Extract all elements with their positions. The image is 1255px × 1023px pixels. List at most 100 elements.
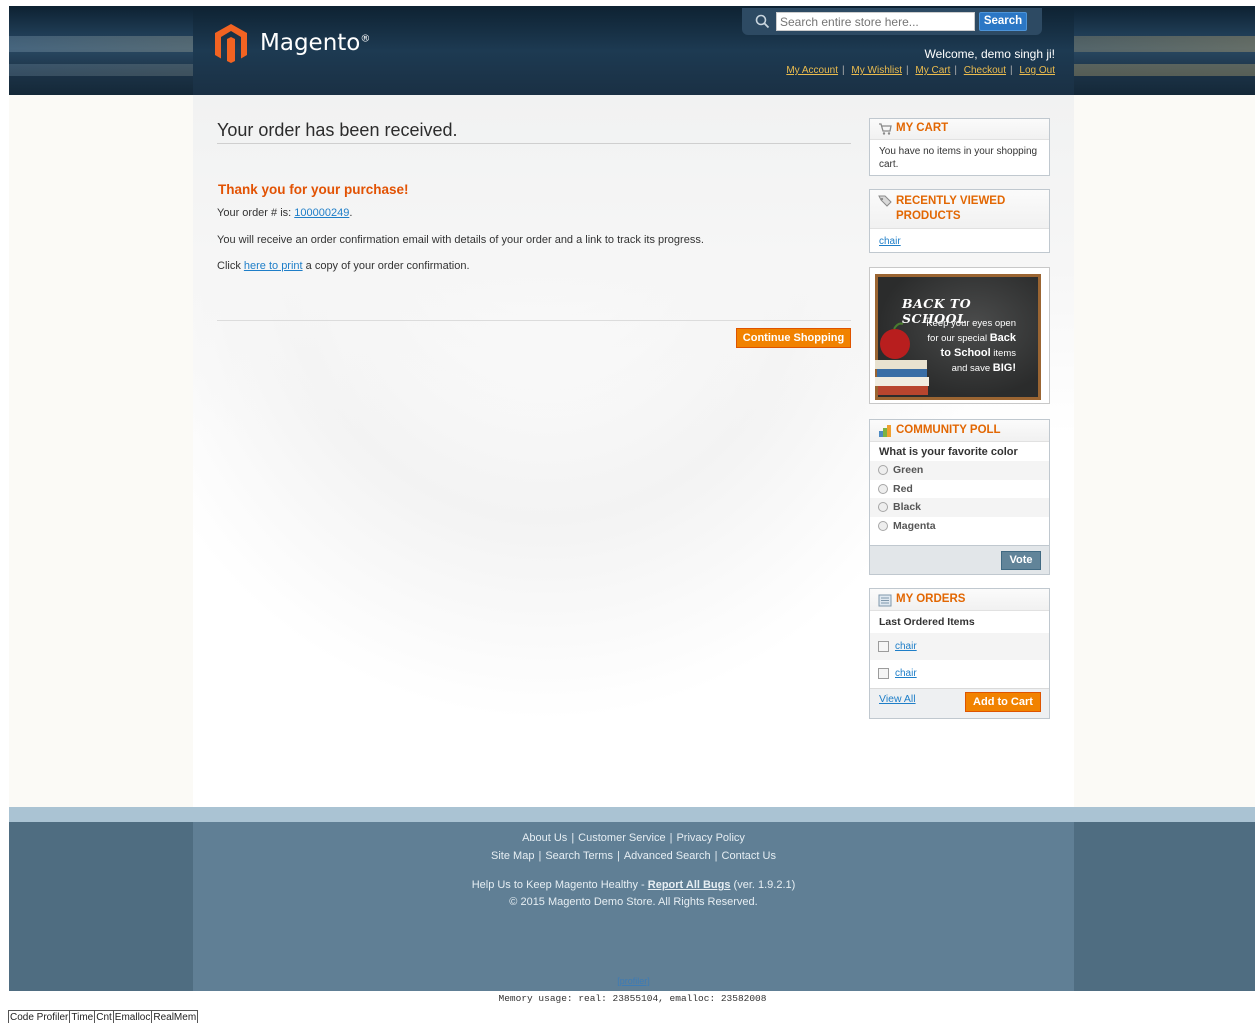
recently-viewed-block: RECENTLY VIEWED PRODUCTS chair (869, 189, 1050, 253)
last-ordered-heading: Last Ordered Items (879, 616, 975, 628)
buttons-divider (217, 320, 851, 321)
poll-option-red[interactable]: Red (870, 479, 1049, 498)
ordered-item: chair (870, 633, 1049, 660)
orders-actions: View All Add to Cart (870, 688, 1049, 718)
radio-icon[interactable] (878, 465, 888, 476)
my-account-link[interactable]: My Account (786, 65, 838, 76)
continue-shopping-button[interactable]: Continue Shopping (736, 328, 851, 348)
chalkboard-image: BACK TO SCHOOL Keep your eyes open for o… (875, 274, 1041, 400)
profiler-link-row: [profiler] (193, 976, 1074, 986)
my-cart-block: MY CART You have no items in your shoppi… (869, 118, 1050, 176)
account-links: My Account | My Wishlist | My Cart | Checko… (786, 65, 1055, 76)
my-cart-title: MY CART (870, 119, 1049, 140)
order-number-label: Your order # is: (217, 207, 295, 219)
search-button[interactable]: Search (979, 12, 1027, 31)
search-terms-link[interactable]: Search Terms (545, 850, 613, 862)
radio-icon[interactable] (878, 502, 888, 513)
checkout-link[interactable]: Checkout (964, 65, 1006, 76)
add-to-cart-button[interactable]: Add to Cart (965, 692, 1041, 712)
code-profiler-table: Code Profiler Time Cnt Emalloc RealMem (7, 1010, 199, 1023)
poll-option-label: Green (893, 464, 924, 477)
poll-option-black[interactable]: Black (870, 498, 1049, 517)
print-line: Click here to print a copy of your order… (217, 260, 470, 272)
banner-line-3: to School items (940, 347, 1016, 359)
contact-us-link[interactable]: Contact Us (722, 850, 776, 862)
footer-links-row-2: Site Map | Search Terms | Advanced Search | Co… (491, 850, 776, 862)
footer-stripe (9, 807, 1255, 822)
order-number-line: Your order # is: 100000249. (217, 207, 352, 219)
magento-logo-icon (214, 22, 248, 64)
table-header: RealMem (151, 1010, 199, 1023)
ordered-item-link[interactable]: chair (895, 668, 917, 679)
my-orders-title: MY ORDERS (870, 589, 1049, 611)
view-all-link[interactable]: View All (879, 693, 916, 705)
banner-text: Keep your eyes open for our special Back… (886, 316, 1016, 376)
profiler-link[interactable]: [profiler] (617, 976, 650, 986)
my-cart-link[interactable]: My Cart (915, 65, 950, 76)
banner-line-2: for our special Back (927, 332, 1016, 344)
recently-viewed-title-text: RECENTLY VIEWED PRODUCTS (896, 195, 1006, 222)
logo-text: Magento® (260, 30, 371, 56)
poll-option-magenta[interactable]: Magenta (870, 516, 1049, 535)
ordered-item: chair (870, 660, 1049, 687)
community-poll-title-text: COMMUNITY POLL (896, 424, 1001, 436)
poll-option-label: Red (893, 482, 913, 495)
copyright: © 2015 Magento Demo Store. All Rights Re… (509, 896, 758, 908)
report-bugs-link[interactable]: Report All Bugs (648, 879, 731, 891)
log-out-link[interactable]: Log Out (1019, 65, 1055, 76)
footer-links-row-1: About Us | Customer Service | Privacy Policy (522, 832, 745, 844)
checkbox-icon[interactable] (878, 668, 889, 679)
order-number-period: . (349, 207, 353, 219)
ordered-item-link[interactable]: chair (895, 641, 917, 652)
table-header: Code Profiler (7, 1010, 71, 1023)
confirmation-email-text: You will receive an order confirmation e… (217, 234, 704, 246)
cart-empty-text: You have no items in your shopping cart. (879, 146, 1038, 170)
table-header: Cnt (94, 1010, 114, 1023)
my-orders-block: MY ORDERS Last Ordered Items chair chair… (869, 588, 1050, 719)
footer-help-line: Help Us to Keep Magento Healthy - Report… (193, 879, 1074, 891)
poll-option-label: Magenta (893, 519, 936, 532)
my-cart-title-text: MY CART (896, 122, 949, 134)
privacy-policy-link[interactable]: Privacy Policy (676, 832, 744, 844)
version-text: (ver. 1.9.2.1) (730, 879, 796, 891)
order-number-link[interactable]: 100000249 (294, 207, 349, 219)
poll-actions: Vote (870, 545, 1049, 574)
table-row: Code Profiler Time Cnt Emalloc RealMem (7, 1010, 199, 1023)
banner-line-4: and save BIG! (951, 362, 1016, 374)
poll-question: What is your favorite color (879, 446, 1018, 458)
recently-viewed-item[interactable]: chair (879, 236, 901, 247)
tag-icon (878, 195, 892, 207)
logo[interactable]: Magento® (214, 22, 370, 64)
back-to-school-banner[interactable]: BACK TO SCHOOL Keep your eyes open for o… (869, 267, 1050, 404)
page-title: Your order has been received. (217, 120, 458, 140)
thank-you-heading: Thank you for your purchase! (218, 182, 409, 197)
help-text: Help Us to Keep Magento Healthy - (471, 879, 648, 891)
recently-viewed-title: RECENTLY VIEWED PRODUCTS (870, 190, 1049, 229)
vote-button[interactable]: Vote (1001, 551, 1041, 570)
banner-line-1: Keep your eyes open (926, 318, 1016, 329)
print-link[interactable]: here to print (244, 260, 303, 272)
cart-icon (878, 123, 892, 135)
advanced-search-link[interactable]: Advanced Search (624, 850, 711, 862)
search-input[interactable] (776, 12, 975, 31)
checkbox-icon[interactable] (878, 641, 889, 652)
footer-background-right (1074, 822, 1255, 991)
customer-service-link[interactable]: Customer Service (578, 832, 665, 844)
memory-usage: Memory usage: real: 23855104, emalloc: 2… (498, 993, 767, 1004)
poll-option-label: Black (893, 501, 922, 514)
site-map-link[interactable]: Site Map (491, 850, 534, 862)
radio-icon[interactable] (878, 520, 888, 531)
table-header: Time (69, 1010, 96, 1023)
page-background-right (1074, 95, 1255, 807)
poll-options: Green Red Black Magenta (870, 461, 1049, 535)
my-orders-title-text: MY ORDERS (896, 593, 966, 605)
about-us-link[interactable]: About Us (522, 832, 567, 844)
recently-viewed-list: chair (870, 229, 1049, 251)
poll-option-green[interactable]: Green (870, 461, 1049, 480)
title-divider (217, 143, 851, 144)
print-prefix: Click (217, 260, 244, 272)
community-poll-title: COMMUNITY POLL (870, 420, 1049, 442)
print-suffix: a copy of your order confirmation. (302, 260, 470, 272)
my-wishlist-link[interactable]: My Wishlist (851, 65, 902, 76)
radio-icon[interactable] (878, 483, 888, 494)
